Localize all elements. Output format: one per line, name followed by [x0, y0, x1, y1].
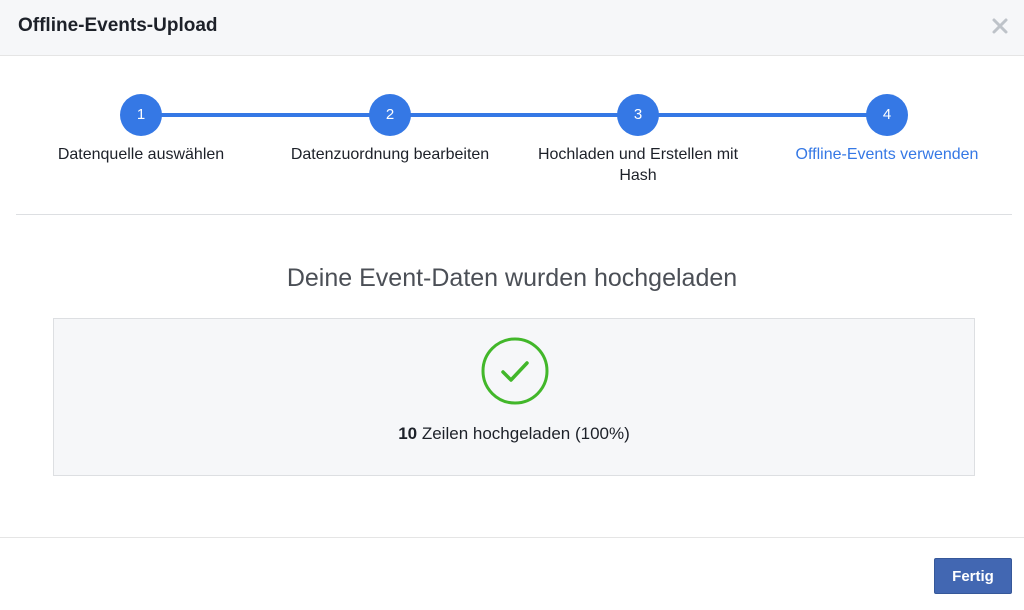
step-2: 2 Datenzuordnung bearbeiten	[270, 94, 510, 165]
row-count-text: Zeilen hochgeladen (100%)	[417, 424, 630, 443]
upload-result-panel: 10 Zeilen hochgeladen (100%)	[53, 318, 975, 476]
step-label-active: Offline-Events verwenden	[795, 146, 979, 163]
done-button[interactable]: Fertig	[934, 558, 1012, 594]
step-4: 4 Offline-Events verwenden	[767, 94, 1007, 165]
step-label: Datenzuordnung bearbeiten	[290, 146, 490, 163]
step-number: 2	[369, 94, 411, 136]
step-number: 1	[120, 94, 162, 136]
dialog-title: Offline-Events-Upload	[18, 15, 218, 36]
divider	[16, 214, 1012, 215]
progress-stepper: 1 Datenquelle auswählen 2 Datenzuordnung…	[0, 56, 1024, 214]
step-number: 4	[866, 94, 908, 136]
step-3: 3 Hochladen und Erstellen mit Hash	[518, 94, 758, 186]
check-circle-icon	[481, 337, 549, 405]
page-title: Deine Event-Daten wurden hochgeladen	[286, 264, 738, 292]
close-icon[interactable]	[988, 14, 1012, 38]
row-count: 10	[398, 424, 418, 443]
step-number: 3	[617, 94, 659, 136]
upload-dialog: Offline-Events-Upload 1 Datenquelle ausw…	[0, 0, 1024, 610]
step-1: 1 Datenquelle auswählen	[21, 94, 261, 165]
step-label: Datenquelle auswählen	[57, 146, 225, 163]
upload-summary: 10 Zeilen hochgeladen (100%)	[54, 423, 974, 445]
dialog-footer: Fertig	[0, 537, 1024, 610]
step-label: Hochladen und Erstellen mit Hash	[537, 146, 739, 184]
dialog-header: Offline-Events-Upload	[0, 0, 1024, 56]
